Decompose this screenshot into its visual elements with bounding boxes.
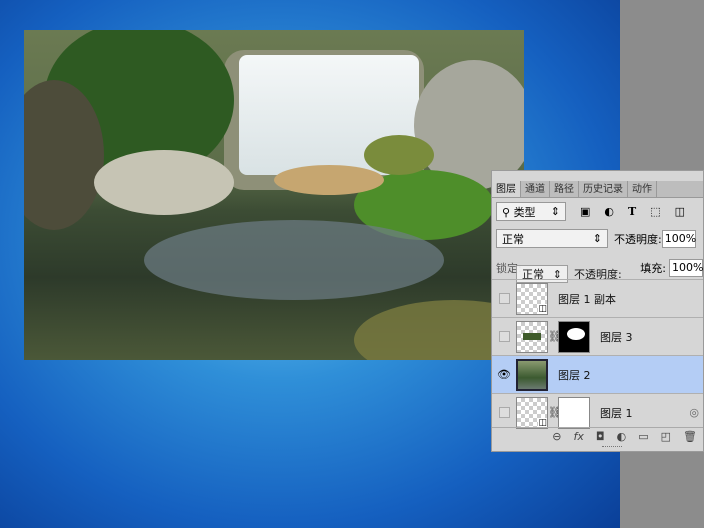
filter-shape-icon[interactable]: ⬚ — [650, 205, 660, 218]
tab-history[interactable]: 历史记录 — [579, 181, 628, 197]
visibility-toggle[interactable] — [498, 331, 510, 342]
layer-name: 图层 3 — [600, 330, 633, 344]
filter-kind-select[interactable]: ⚲ 类型 ⇕ — [496, 202, 566, 221]
new-layer-icon[interactable]: ◰ — [661, 430, 671, 443]
chain-link-icon[interactable]: ⛓ — [548, 330, 562, 343]
layer-thumbnail — [516, 358, 548, 391]
updown-icon: ⇕ — [550, 205, 560, 218]
fx-icon[interactable]: fx — [574, 430, 584, 443]
tab-paths[interactable]: 路径 — [550, 181, 579, 197]
search-icon: ⚲ — [502, 205, 511, 219]
layers-panel: 图层 通道 路径 历史记录 动作 ⚲ 类型 ⇕ ▣ ◐ T ⬚ ◫ 正常 ⇕ 不透明… — [491, 170, 704, 452]
layer-row-selected[interactable]: 👁 图层 2 — [492, 355, 703, 393]
folder-icon[interactable]: ▭ — [638, 430, 648, 443]
visibility-toggle[interactable] — [498, 293, 510, 304]
filter-pixel-icon[interactable]: ▣ — [580, 205, 590, 218]
layer-thumbnail — [516, 320, 548, 353]
layer-row[interactable]: ⛓ 图层 3 — [492, 317, 703, 355]
trash-icon[interactable]: 🗑 — [683, 430, 697, 443]
filter-adjustment-icon[interactable]: ◐ — [604, 205, 614, 218]
layer-row[interactable]: ◫ ⛓ 图层 1 ◎ — [492, 393, 703, 431]
layer-thumbnail: ◫ — [516, 396, 548, 429]
layer-thumbnail: ◫ — [516, 282, 548, 315]
filter-smart-object-icon[interactable]: ◫ — [675, 205, 685, 218]
blend-mode-value: 正常 — [502, 232, 524, 246]
layer-mask-thumbnail[interactable] — [558, 320, 590, 353]
layer-name: 图层 1 副本 — [558, 292, 616, 306]
tab-actions[interactable]: 动作 — [628, 181, 657, 197]
chain-link-icon[interactable]: ⛓ — [548, 406, 562, 419]
adjustment-icon[interactable]: ◐ — [617, 430, 627, 443]
smart-filter-icon[interactable]: ◎ — [689, 406, 699, 419]
filter-kind-label: 类型 — [513, 205, 536, 219]
layer-name: 图层 1 — [600, 406, 633, 420]
layer-mask-thumbnail[interactable] — [558, 396, 590, 429]
fill-input[interactable]: 100% — [669, 259, 703, 277]
tab-channels[interactable]: 通道 — [521, 181, 550, 197]
resize-grip[interactable] — [602, 446, 622, 449]
blend-mode-select[interactable]: 正常 ⇕ — [496, 229, 608, 248]
mask-icon[interactable]: ◘ — [596, 430, 605, 443]
smart-object-icon: ◫ — [538, 417, 547, 428]
updown-icon: ⇕ — [592, 232, 602, 245]
panel-footer: ⊖ fx ◘ ◐ ▭ ◰ 🗑 — [492, 427, 703, 445]
link-icon[interactable]: ⊖ — [552, 430, 561, 443]
smart-object-icon: ◫ — [538, 303, 547, 314]
opacity-input[interactable]: 100% — [661, 229, 696, 248]
filter-type-icon[interactable]: T — [628, 205, 636, 218]
waterfall-photo — [24, 30, 524, 360]
eye-icon[interactable]: 👁 — [492, 368, 516, 381]
tab-layers[interactable]: 图层 — [492, 181, 521, 197]
visibility-toggle[interactable] — [498, 407, 510, 418]
panel-tabs: 图层 通道 路径 历史记录 动作 — [492, 181, 703, 198]
opacity-label: 不透明度: — [614, 232, 662, 246]
layer-name: 图层 2 — [558, 368, 591, 382]
layer-row[interactable]: ◫ 图层 1 副本 — [492, 279, 703, 317]
